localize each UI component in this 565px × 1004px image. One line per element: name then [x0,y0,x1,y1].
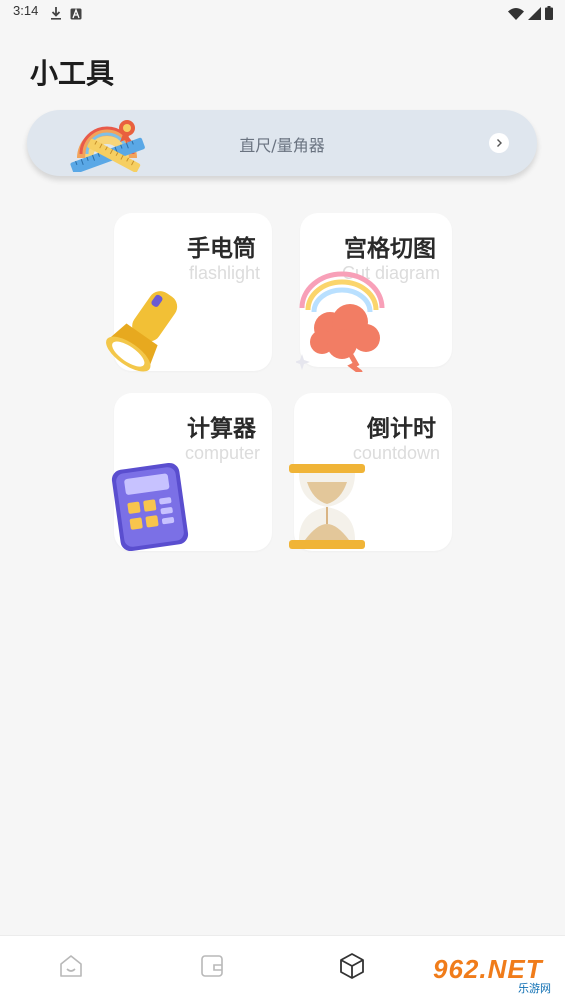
card-title: 计算器 [187,416,256,442]
battery-icon [545,5,553,24]
cube-icon[interactable] [336,950,368,982]
signal-icon [528,5,541,24]
bottom-nav: 962.NET 乐游网 [0,935,565,1004]
status-bar: 3:14 [0,0,565,26]
hourglass-icon [287,462,369,556]
wallet-icon[interactable] [196,950,228,982]
card-subtitle: flashlight [188,263,260,283]
a-icon [70,5,82,24]
card-subtitle: computer [184,443,260,463]
wifi-icon [508,5,524,24]
flashlight-icon [104,285,206,385]
card-title: 倒计时 [367,416,436,442]
home-icon[interactable] [55,950,87,982]
calculator-icon [108,460,192,558]
status-time: 3:14 [13,3,39,18]
ruler-protractor-banner[interactable]: 直尺/量角器 [27,110,537,176]
cloud-rainbow-icon [294,268,388,376]
chevron-right-icon[interactable] [489,133,509,153]
banner-label: 直尺/量角器 [239,136,325,155]
watermark-sub: 乐游网 [518,982,551,995]
page-title: 小工具 [30,57,115,90]
watermark: 962.NET 乐游网 [429,954,557,998]
card-title: 宫格切图 [344,236,436,262]
card-title: 手电筒 [187,236,256,262]
card-subtitle: countdown [352,443,440,463]
download-icon [50,5,62,24]
